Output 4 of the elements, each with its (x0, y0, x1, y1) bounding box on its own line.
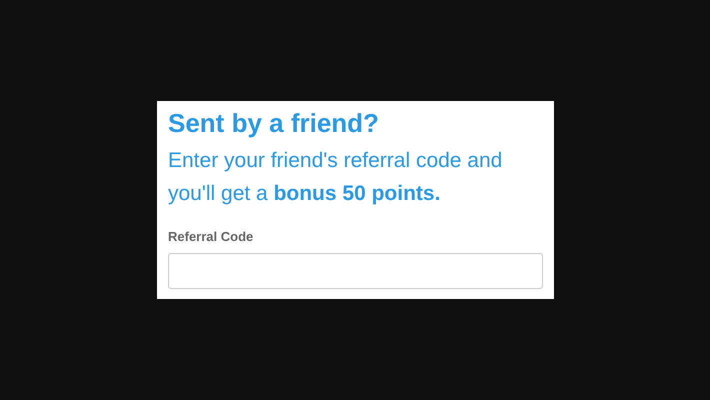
field-label: Referral Code (168, 229, 254, 245)
referral-code-field[interactable] (168, 253, 543, 289)
referral-message: Enter your friend's referral code and you'll get a bonus 50 points. (168, 148, 504, 207)
card-title: Sent by a friend? (168, 108, 380, 138)
